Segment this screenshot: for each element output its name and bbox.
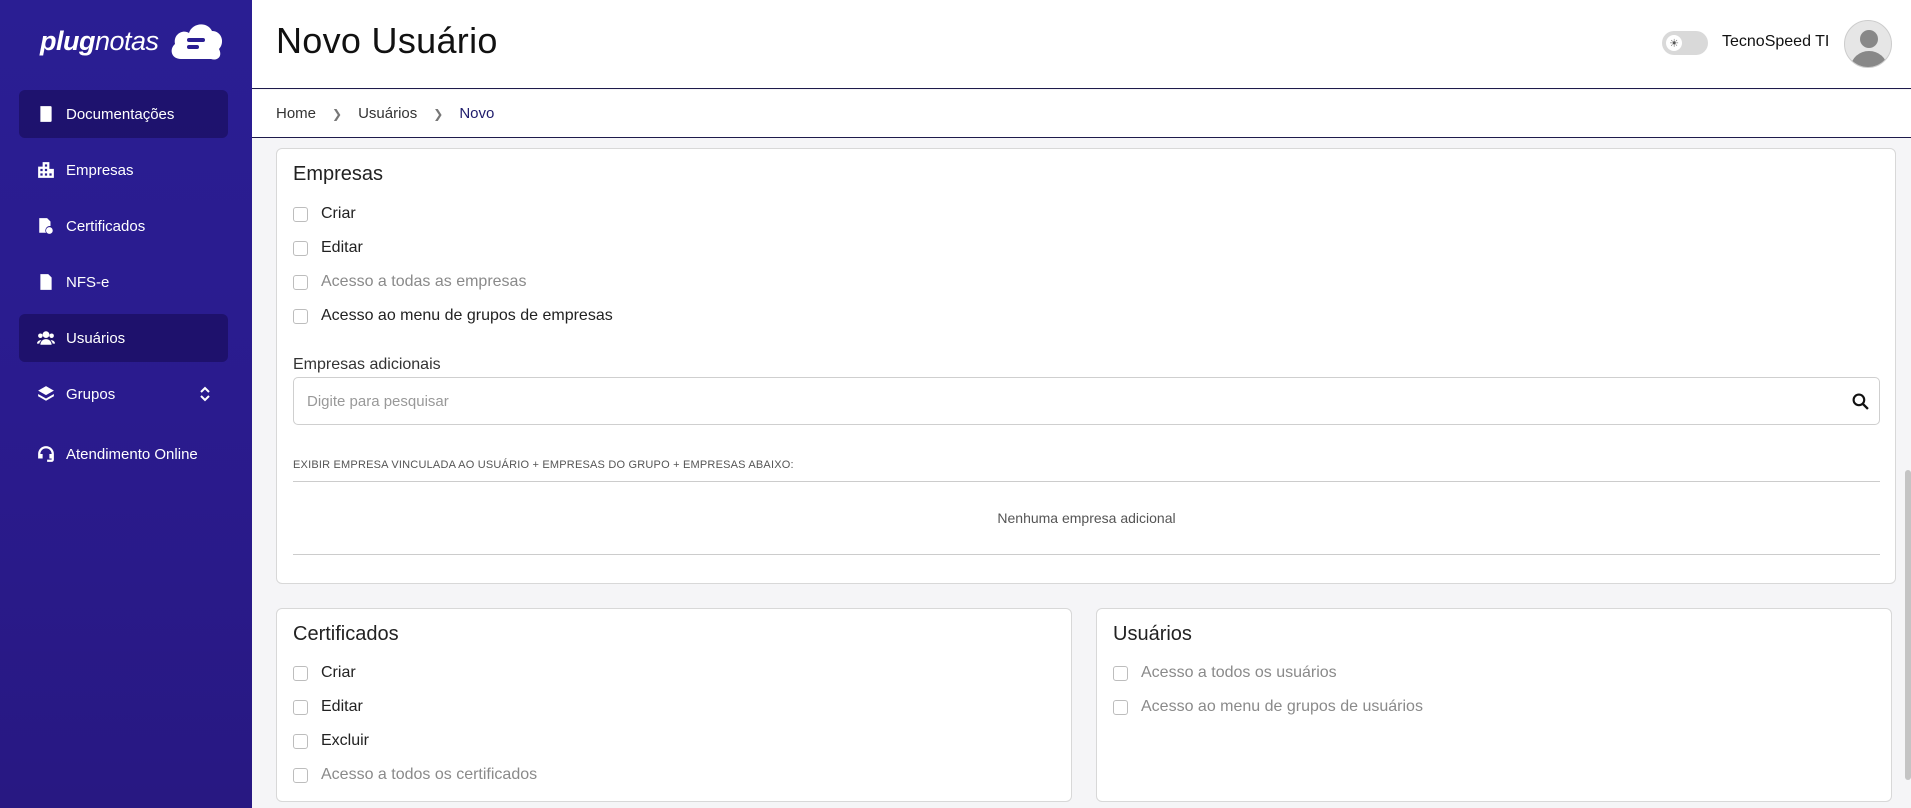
top-header: Novo Usuário ☀ TecnoSpeed TI <box>252 0 1911 89</box>
layers-icon <box>36 384 56 404</box>
empresas-editar-checkbox[interactable]: Editar <box>293 239 363 257</box>
chevron-right-icon: ❯ <box>332 106 343 121</box>
theme-toggle[interactable]: ☀ <box>1662 31 1708 55</box>
logo[interactable]: plugnotas <box>40 18 225 64</box>
empresas-criar-checkbox[interactable]: Criar <box>293 205 356 223</box>
logo-text-bold: plug <box>40 25 95 56</box>
divider <box>293 481 1880 482</box>
usuarios-title: Usuários <box>1113 623 1192 645</box>
checkbox-label: Acesso a todos os certificados <box>321 766 538 783</box>
sidebar-item-label: Usuários <box>66 329 126 347</box>
logo-text-light: notas <box>94 25 159 56</box>
checkbox-label: Excluir <box>321 732 370 749</box>
certificados-criar-checkbox[interactable]: Criar <box>293 664 356 682</box>
checkbox-label: Acesso a todos os usuários <box>1141 664 1337 681</box>
checkbox-label: Editar <box>321 239 363 256</box>
sidebar-item-label: Atendimento Online <box>66 445 198 463</box>
empresas-menu-grupos-checkbox[interactable]: Acesso ao menu de grupos de empresas <box>293 307 613 325</box>
checkbox-label: Acesso ao menu de grupos de usuários <box>1141 698 1423 715</box>
scrollbar[interactable] <box>1905 470 1911 780</box>
empresas-search-field <box>293 377 1880 425</box>
invoice-icon <box>36 272 56 292</box>
divider <box>293 554 1880 555</box>
checkbox-box[interactable] <box>293 733 308 749</box>
users-icon <box>36 328 56 348</box>
empresas-acesso-todas-checkbox[interactable]: Acesso a todas as empresas <box>293 273 526 291</box>
search-icon[interactable] <box>1841 393 1879 410</box>
checkbox-box[interactable] <box>293 308 308 324</box>
breadcrumb: Home ❯ Usuários ❯ Novo <box>252 90 1911 138</box>
chevron-up-down-icon[interactable] <box>198 385 212 403</box>
sidebar-item-certificados[interactable]: Certificados <box>19 202 228 250</box>
checkbox-label: Acesso a todas as empresas <box>321 273 527 290</box>
certificados-editar-checkbox[interactable]: Editar <box>293 698 363 716</box>
empresas-empty-message: Nenhuma empresa adicional <box>997 510 1176 526</box>
checkbox-label: Criar <box>321 205 356 222</box>
sidebar-item-empresas[interactable]: Empresas <box>19 146 228 194</box>
sidebar-item-label: Certificados <box>66 217 146 235</box>
checkbox-label: Criar <box>321 664 356 681</box>
checkbox-box[interactable] <box>293 206 308 222</box>
certificados-acesso-todos-checkbox[interactable]: Acesso a todos os certificados <box>293 766 537 784</box>
building-icon <box>36 160 56 180</box>
sidebar-item-label: NFS-e <box>66 273 110 291</box>
sidebar-item-label: Grupos <box>66 385 116 403</box>
certificados-title: Certificados <box>293 623 399 645</box>
sidebar-item-documentacoes[interactable]: Documentações <box>19 90 228 138</box>
user-avatar-icon <box>1851 30 1887 67</box>
user-name[interactable]: TecnoSpeed TI <box>1722 33 1829 51</box>
sidebar-item-label: Documentações <box>66 105 175 123</box>
empresas-card: Empresas Criar Editar Acesso a todas as … <box>276 148 1896 584</box>
checkbox-box[interactable] <box>293 699 308 715</box>
breadcrumb-novo: Novo <box>459 105 495 122</box>
checkbox-box[interactable] <box>293 767 308 783</box>
sun-icon: ☀ <box>1666 35 1682 51</box>
sidebar-item-usuarios[interactable]: Usuários <box>19 314 228 362</box>
headset-icon <box>36 444 56 464</box>
sidebar-item-nfse[interactable]: NFS-e <box>19 258 228 306</box>
certificados-card: Certificados Criar Editar Excluir Acesso… <box>276 608 1072 802</box>
empresas-search-input[interactable] <box>294 378 1841 424</box>
empresas-title: Empresas <box>293 163 384 185</box>
sidebar-item-label: Empresas <box>66 161 134 179</box>
chevron-right-icon: ❯ <box>433 106 444 121</box>
page-title: Novo Usuário <box>276 20 498 61</box>
sidebar-nav: Documentações Empresas Certificados NFS-… <box>19 90 228 486</box>
checkbox-box[interactable] <box>293 665 308 681</box>
breadcrumb-home[interactable]: Home <box>276 105 316 122</box>
usuarios-menu-grupos-checkbox[interactable]: Acesso ao menu de grupos de usuários <box>1113 698 1423 716</box>
sidebar-item-grupos[interactable]: Grupos <box>19 370 228 418</box>
cloud-logo-icon <box>171 24 222 60</box>
empresas-adicionais-label: Empresas adicionais <box>293 356 441 373</box>
checkbox-box[interactable] <box>293 274 308 290</box>
checkbox-box[interactable] <box>1113 665 1128 681</box>
sidebar-item-atendimento[interactable]: Atendimento Online <box>19 430 228 478</box>
certificados-excluir-checkbox[interactable]: Excluir <box>293 732 369 750</box>
checkbox-label: Editar <box>321 698 363 715</box>
empresas-note: EXIBIR EMPRESA VINCULADA AO USUÁRIO + EM… <box>293 459 794 471</box>
checkbox-box[interactable] <box>1113 699 1128 715</box>
usuarios-card: Usuários Acesso a todos os usuários Aces… <box>1096 608 1892 802</box>
certificate-icon <box>36 216 56 236</box>
sidebar: plugnotas Documentações Empresas Certifi… <box>0 0 252 808</box>
checkbox-box[interactable] <box>293 240 308 256</box>
checkbox-label: Acesso ao menu de grupos de empresas <box>321 307 613 324</box>
avatar[interactable] <box>1844 20 1892 68</box>
book-icon <box>36 104 56 124</box>
breadcrumb-usuarios[interactable]: Usuários <box>358 105 417 122</box>
usuarios-acesso-todos-checkbox[interactable]: Acesso a todos os usuários <box>1113 664 1337 682</box>
